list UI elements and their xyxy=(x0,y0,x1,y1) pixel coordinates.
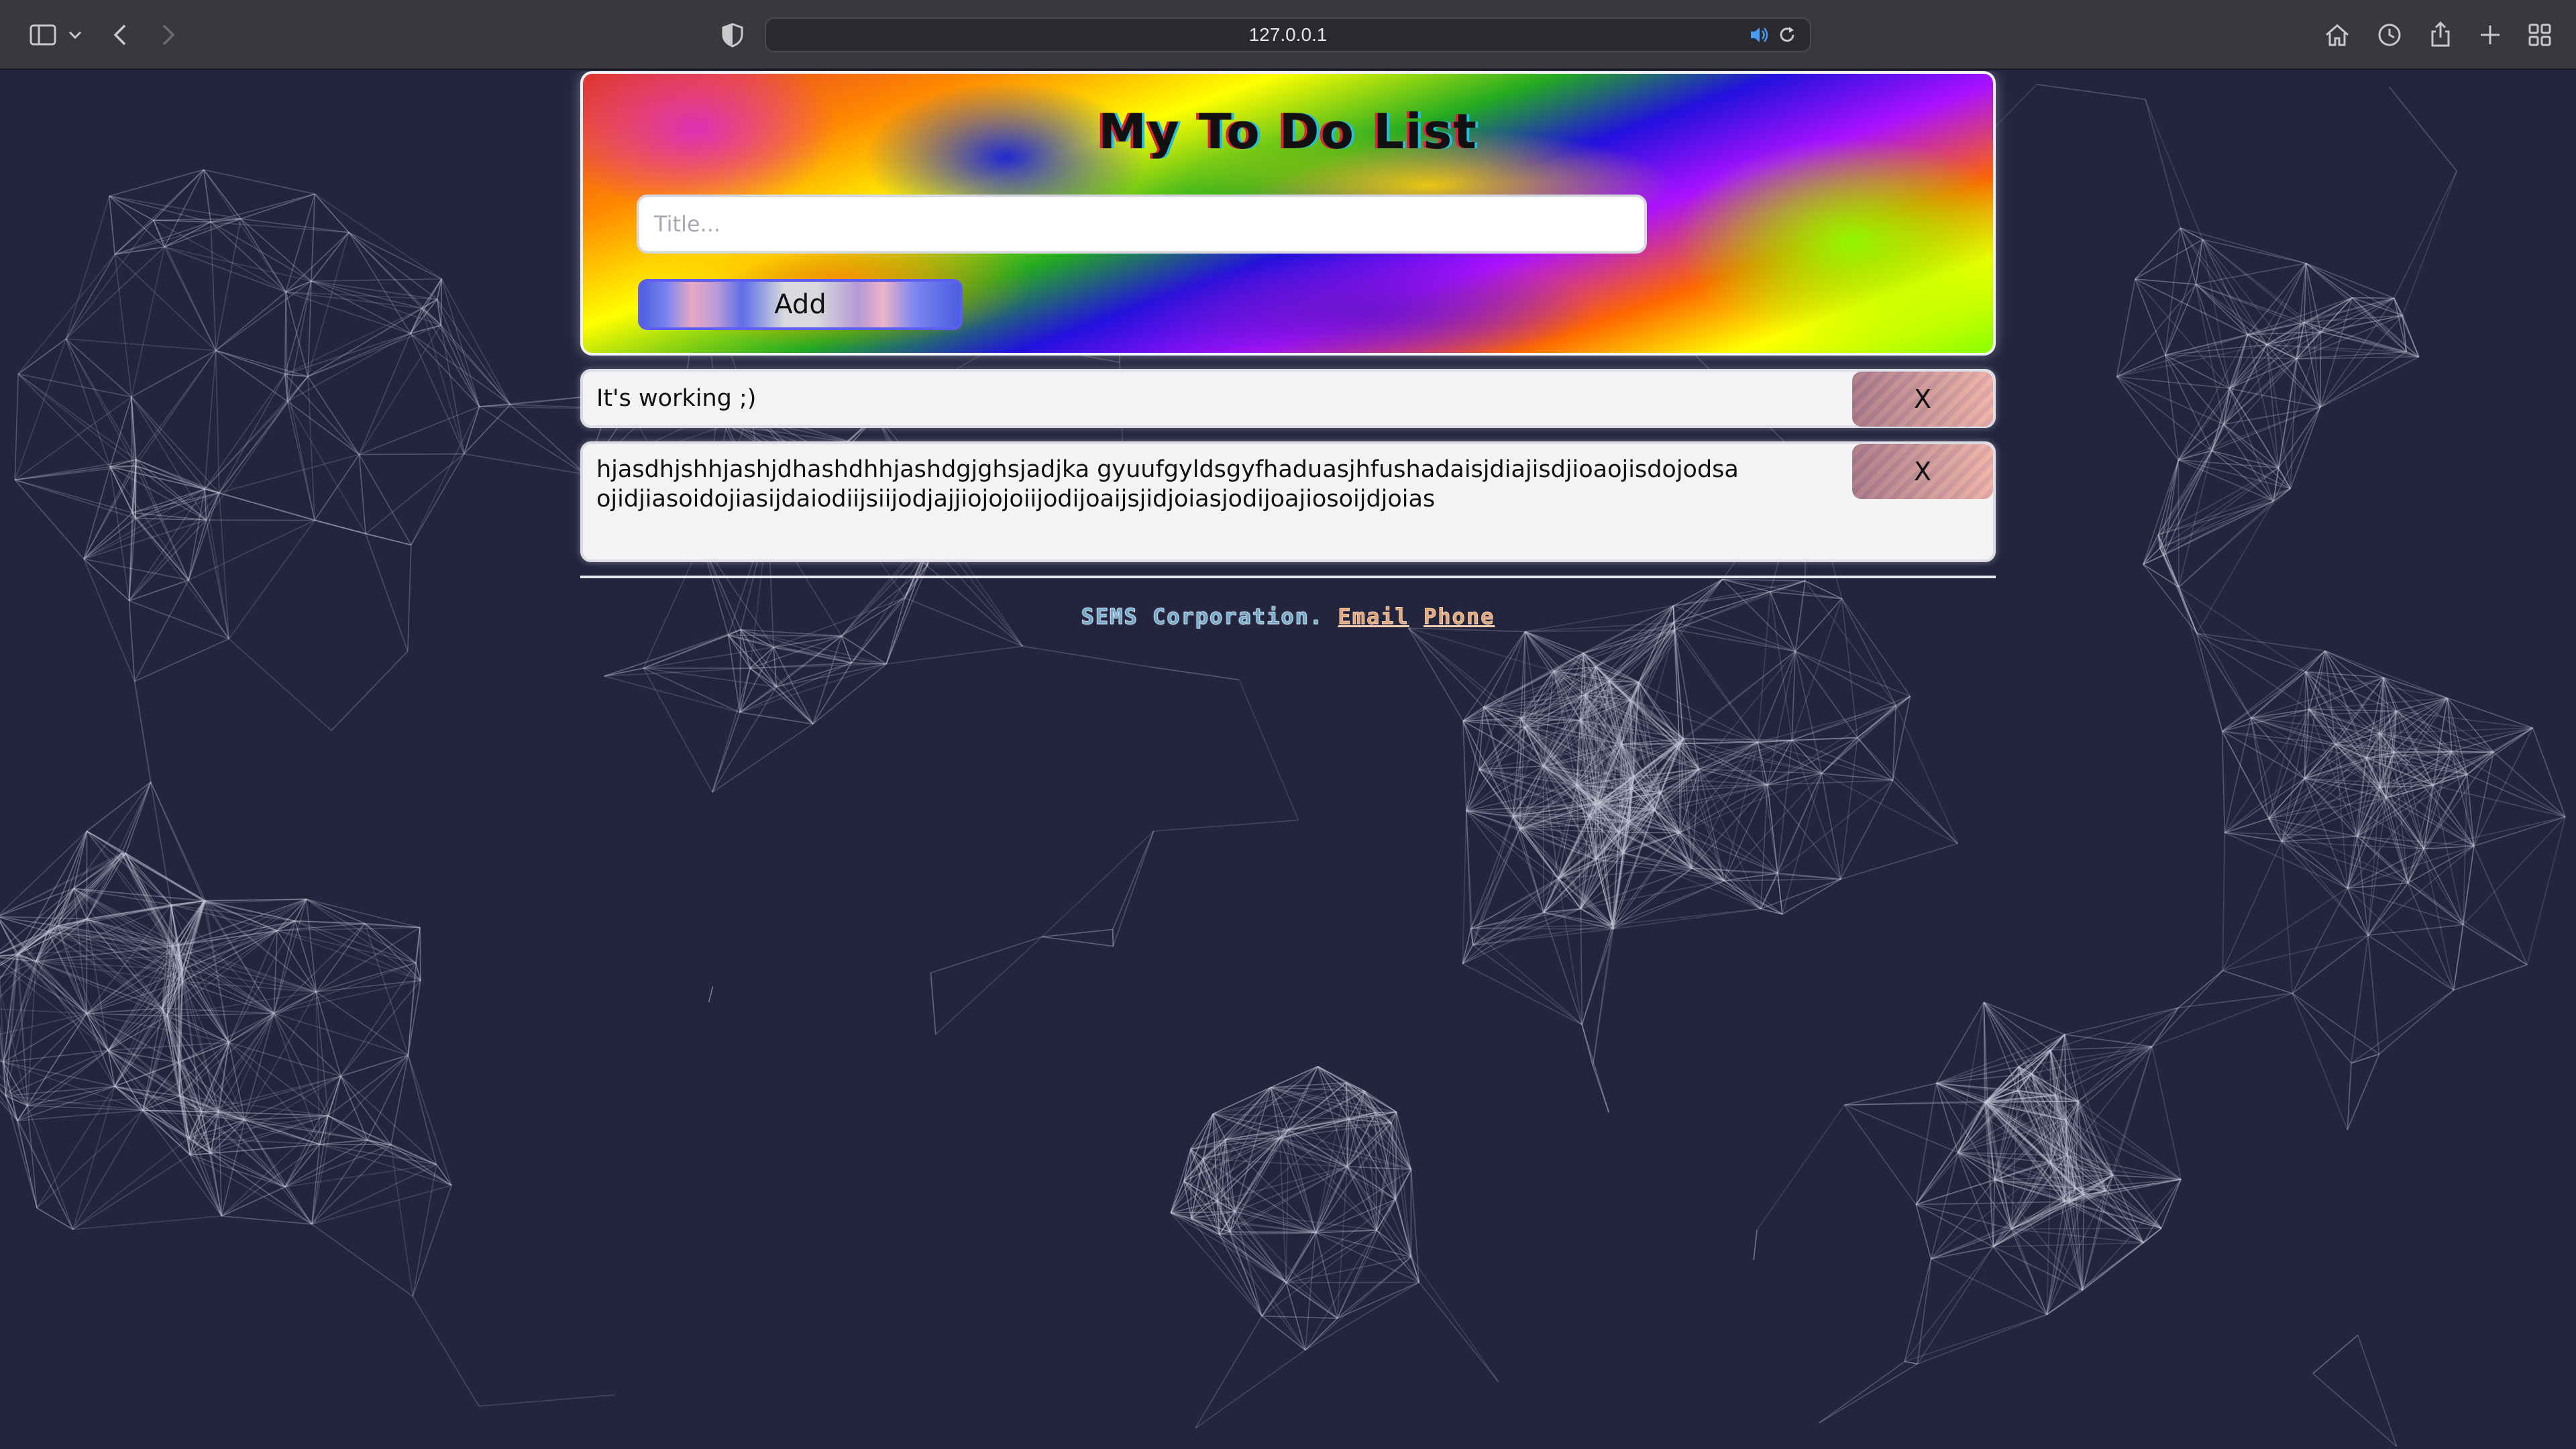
history-icon[interactable] xyxy=(2373,19,2406,51)
title-input[interactable] xyxy=(637,195,1647,254)
footer-corp: SEMS Corporation. xyxy=(1081,604,1324,630)
email-link[interactable]: Email xyxy=(1338,604,1409,630)
privacy-shield-icon[interactable] xyxy=(716,19,749,51)
delete-button[interactable]: X xyxy=(1852,372,1993,427)
speaker-icon[interactable] xyxy=(1747,23,1771,47)
chevron-down-icon[interactable] xyxy=(64,19,86,51)
address-bar[interactable]: 127.0.0.1 xyxy=(765,17,1811,52)
add-button[interactable]: Add xyxy=(638,279,963,330)
delete-label: X xyxy=(1913,457,1932,486)
forward-icon[interactable] xyxy=(152,19,184,51)
divider xyxy=(580,576,1996,578)
url-text: 127.0.0.1 xyxy=(1248,24,1328,45)
header-card: My To Do List Add xyxy=(580,71,1996,356)
todo-app: My To Do List Add It's working ;) X hjas… xyxy=(580,71,1996,630)
delete-button[interactable]: X xyxy=(1852,444,1993,499)
share-icon[interactable] xyxy=(2424,19,2457,51)
phone-link[interactable]: Phone xyxy=(1424,604,1495,630)
todo-text: hjasdhjshhjashjdhashdhhjashdgjghsjadjka … xyxy=(596,456,1739,513)
todo-text: It's working ;) xyxy=(596,385,757,412)
reload-icon[interactable] xyxy=(1775,23,1799,47)
todo-item: It's working ;) X xyxy=(580,369,1996,428)
browser-toolbar: 127.0.0.1 xyxy=(0,0,2576,70)
todo-list: It's working ;) X hjasdhjshhjashjdhashdh… xyxy=(580,369,1996,562)
home-icon[interactable] xyxy=(2321,19,2353,51)
page-viewport: My To Do List Add It's working ;) X hjas… xyxy=(0,71,2576,1449)
todo-item: hjasdhjshhjashjdhashdhhjashdgjghsjadjka … xyxy=(580,441,1996,562)
sidebar-toggle-icon[interactable] xyxy=(27,19,59,51)
footer: SEMS Corporation. Email Phone xyxy=(580,604,1996,630)
tab-overview-icon[interactable] xyxy=(2524,19,2556,51)
back-icon[interactable] xyxy=(105,19,137,51)
delete-label: X xyxy=(1913,384,1932,414)
page-title: My To Do List xyxy=(1098,103,1478,160)
new-tab-icon[interactable] xyxy=(2474,19,2506,51)
